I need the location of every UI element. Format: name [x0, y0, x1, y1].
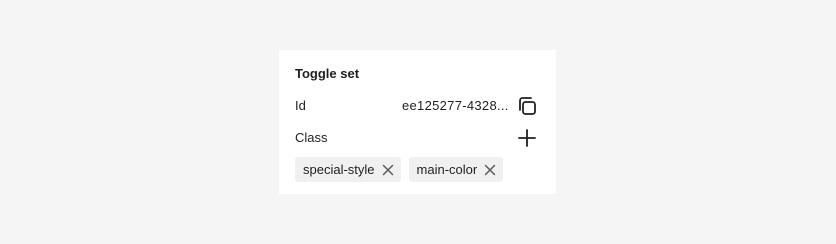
copy-icon: [519, 97, 536, 115]
class-label: Class: [295, 130, 328, 145]
plus-icon: [518, 129, 536, 147]
remove-class-button[interactable]: [483, 163, 497, 177]
class-tag: special-style: [295, 157, 401, 182]
class-tag-list: special-style main-color: [295, 157, 504, 182]
close-icon: [382, 164, 393, 175]
class-tag-label: main-color: [416, 162, 478, 177]
close-icon: [484, 164, 496, 175]
class-tag-label: special-style: [303, 162, 375, 177]
add-class-button[interactable]: [513, 124, 541, 152]
id-label: Id: [295, 98, 306, 113]
id-value: ee125277-4328...: [402, 98, 509, 113]
copy-id-button[interactable]: [513, 92, 541, 120]
class-tag: main-color: [408, 157, 504, 182]
panel-title: Toggle set: [295, 66, 360, 81]
properties-panel: Toggle set Id ee125277-4328... Class spe…: [279, 50, 556, 194]
remove-class-button[interactable]: [381, 163, 395, 177]
